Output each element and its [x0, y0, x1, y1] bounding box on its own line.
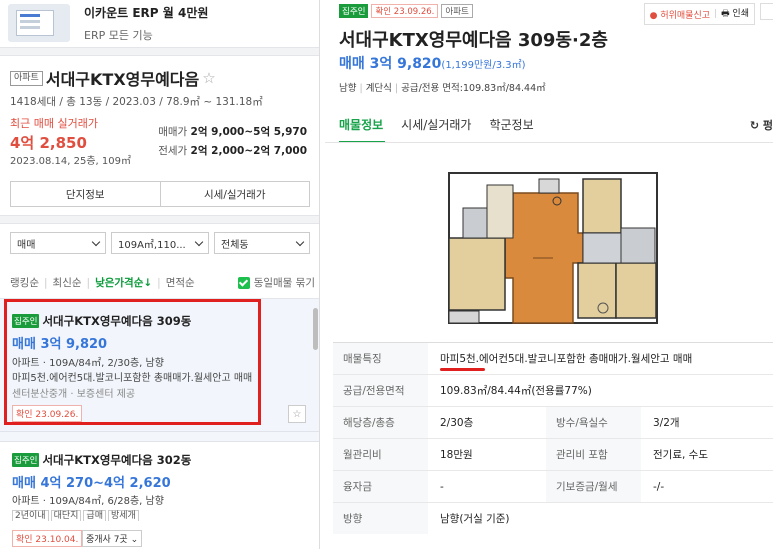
area-select[interactable]: 109A㎡,110...: [111, 232, 209, 254]
agents-dropdown[interactable]: 중개사 7곳 ⌄: [82, 530, 143, 547]
confirm-date-badge: 확인 23.09.26.: [371, 4, 439, 18]
detail-actions: ● 허위매물신고 | 🖶 인쇄: [643, 3, 755, 25]
tab-school-info[interactable]: 학군정보: [489, 116, 533, 133]
recent-trade-label: 최근 매매 실거래가: [10, 117, 98, 130]
spec-row-floor: 해당층/총층 2/30층 방수/욕실수 3/2개: [333, 406, 773, 438]
ad-thumbnail: [8, 4, 70, 42]
listing-spec: 아파트 · 109A/84㎡, 6/28층, 남향: [12, 496, 164, 507]
spec-row-area: 공급/전용면적 109.83㎡/84.44㎡(전용률77%): [333, 374, 773, 406]
divider: [0, 47, 319, 56]
highlight-box: [4, 299, 261, 425]
tab-price-history[interactable]: 시세/실거래가: [401, 116, 471, 133]
spec-row-feature: 매물특징 마피5천.에어컨5대.발코니포함한 총매매가.월세안고 매매: [333, 342, 773, 374]
listing-name: 서대구KTX영무예다음 302동: [42, 453, 192, 467]
print-button[interactable]: 🖶 인쇄: [721, 6, 749, 22]
share-icon[interactable]: [760, 3, 773, 20]
detail-title: 서대구KTX영무예다음 309동·2층: [339, 30, 608, 51]
detail-badges: 집주인 확인 23.09.26. 아파트: [339, 4, 473, 18]
ad-banner[interactable]: 이카운트 ERP 월 4만원 ERP 모든 기능: [0, 0, 319, 46]
spec-table: 매물특징 마피5천.에어컨5대.발코니포함한 총매매가.월세안고 매매 공급/전…: [333, 342, 773, 534]
sort-area[interactable]: 면적순: [166, 275, 195, 290]
chevron-down-icon: [91, 237, 101, 246]
price-per-area: (1,199만원/3.3㎡): [441, 60, 526, 71]
highlight-underline: [440, 368, 485, 371]
sort-ranking[interactable]: 랭킹순: [10, 275, 39, 290]
complex-meta: 1418세대 / 총 13동 / 2023.03 / 78.9㎡ ~ 131.1…: [10, 96, 263, 108]
listing-price: 매매 4억 270~4억 2,620: [12, 476, 171, 491]
ad-title: 이카운트 ERP 월 4만원: [84, 5, 209, 20]
detail-tabs: 매물정보 시세/실거래가 학군정보: [339, 116, 534, 133]
detail-summary: 남향 | 계단식 | 공급/전용 면적:109.83㎡/84.44㎡: [339, 83, 546, 94]
price-history-button[interactable]: 시세/실거래가: [159, 182, 310, 206]
sort-latest[interactable]: 최신순: [53, 275, 82, 290]
filter-bar: 매매 109A㎡,110... 전체동: [10, 232, 310, 254]
spec-row-mgmt: 월관리비 18만원 관리비 포함 전기료, 수도: [333, 438, 773, 470]
complex-info-button[interactable]: 단지정보: [11, 182, 160, 206]
chevron-down-icon: [194, 237, 204, 246]
divider: [0, 215, 319, 224]
recent-trade-price: 4억 2,850: [10, 134, 87, 152]
feature-value: 마피5천.에어컨5대.발코니포함한 총매매가.월세안고 매매: [440, 353, 693, 365]
building-select[interactable]: 전체동: [214, 232, 310, 254]
type-badge: 아파트: [441, 4, 473, 18]
list-item[interactable]: 집주인 서대구KTX영무예다음 302동 매매 4억 270~4억 2,620 …: [0, 441, 319, 549]
group-same-toggle[interactable]: 동일매물 묶기: [237, 275, 315, 290]
listing-tags: 2년이내 대단지 급매 방세개: [12, 508, 141, 521]
checkbox-checked-icon: [237, 276, 250, 289]
sort-low-price[interactable]: 낮은가격순↓: [95, 275, 152, 290]
sort-bar: 랭킹순 | 최신순 | 낮은가격순↓ | 면적순 동일매물 묶기: [10, 275, 315, 290]
report-button[interactable]: ● 허위매물신고: [650, 8, 710, 21]
complex-button-row: 단지정보 시세/실거래가: [10, 181, 310, 207]
deal-type-select[interactable]: 매매: [10, 232, 106, 254]
left-panel: 이카운트 ERP 월 4만원 ERP 모든 기능 아파트 서대구KTX영무예다음 ☆…: [0, 0, 320, 549]
detail-price: 매매 3억 9,820(1,199만원/3.3㎡): [339, 56, 526, 72]
spec-row-loan: 융자금 - 기보증금/월세 -/-: [333, 470, 773, 502]
complex-name: 서대구KTX영무예다음: [45, 70, 200, 89]
ad-subtitle: ERP 모든 기능: [84, 28, 153, 42]
spec-row-direction: 방향 남향(거실 기준): [333, 502, 773, 534]
jeonse-price-range: 전세가 2억 2,000~2억 7,000: [158, 145, 307, 157]
complex-type-tag: 아파트: [10, 70, 43, 86]
favorite-star-icon[interactable]: ☆: [288, 405, 306, 423]
refresh-button[interactable]: ↻ 펑: [750, 117, 773, 133]
floor-plan-image[interactable]: [443, 163, 663, 335]
recent-trade-date: 2023.08.14, 25층, 109㎡: [10, 156, 131, 167]
tab-listing-info[interactable]: 매물정보: [339, 116, 383, 133]
complex-header: 아파트 서대구KTX영무예다음 ☆ 1418세대 / 총 13동 / 2023.03…: [10, 66, 310, 109]
tab-divider: [325, 142, 773, 143]
sale-price-range: 매매가 2억 9,000~5억 5,970: [158, 126, 307, 138]
detail-panel: 집주인 확인 23.09.26. 아파트 ● 허위매물신고 | 🖶 인쇄 서대구…: [325, 0, 773, 549]
list-scrollbar[interactable]: [313, 308, 318, 350]
owner-badge: 집주인: [339, 4, 369, 18]
owner-badge: 집주인: [12, 453, 40, 467]
chevron-down-icon: [295, 237, 305, 246]
favorite-star-icon[interactable]: ☆: [202, 69, 215, 87]
confirm-date-badge: 확인 23.10.04.: [12, 530, 83, 547]
